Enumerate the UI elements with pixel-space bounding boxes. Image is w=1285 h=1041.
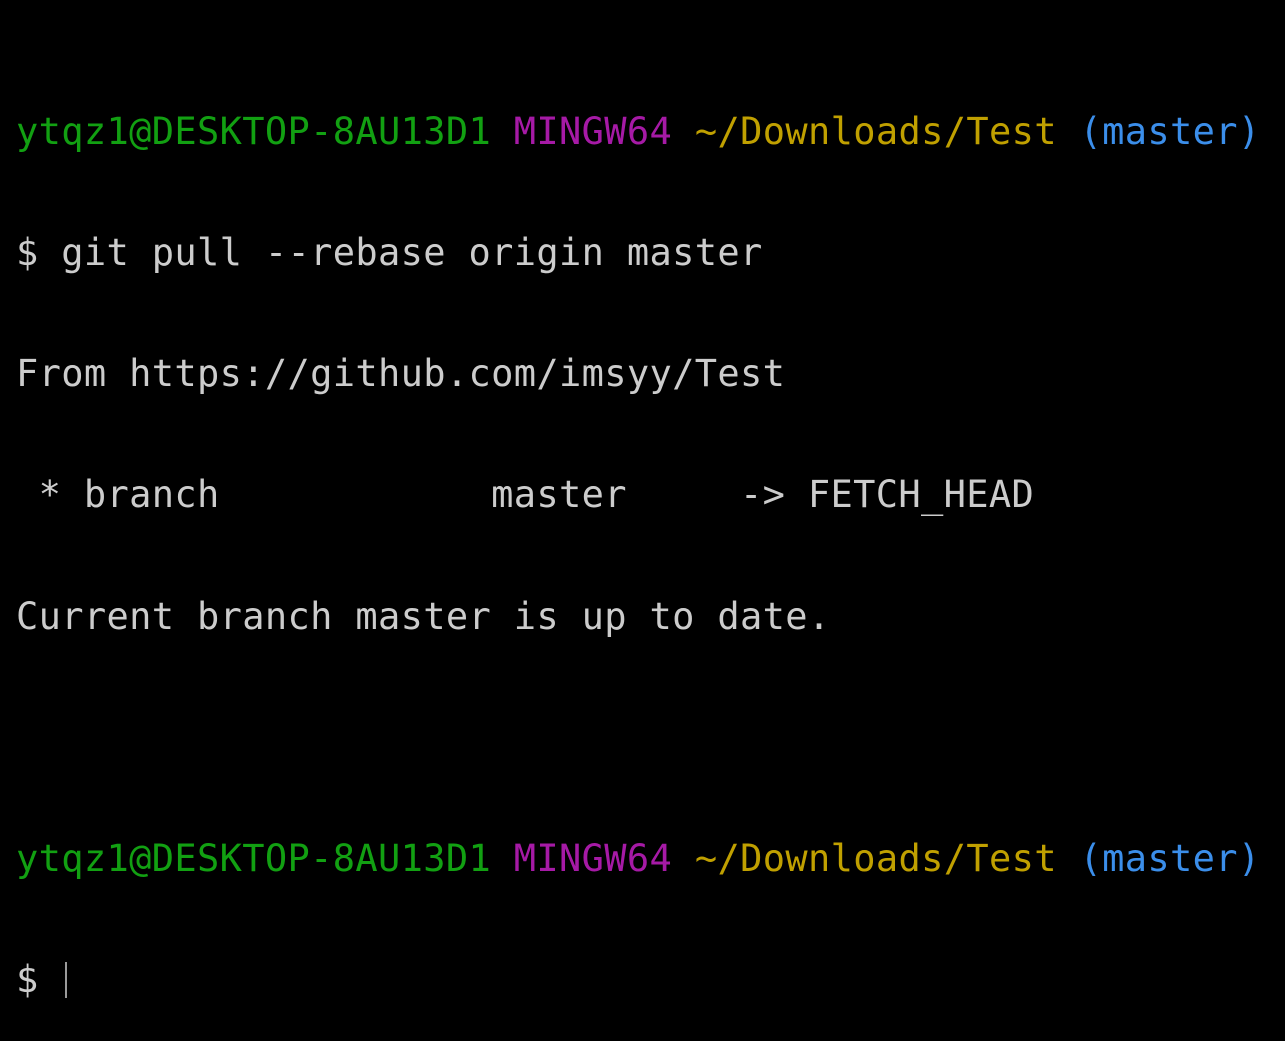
prompt-path: ~/Downloads/Test [694,109,1057,153]
command-line: $ git pull --rebase origin master [16,231,763,275]
input-prompt-symbol: $ [16,958,62,1002]
prompt-line: ytqz1@DESKTOP-8AU13D1 MINGW64 ~/Download… [16,837,1285,881]
text-cursor[interactable] [65,962,68,999]
output-line: * branch master -> FETCH_HEAD [16,473,1035,517]
prompt-branch: (master) [1079,837,1261,881]
prompt-user-host: ytqz1@DESKTOP-8AU13D1 [16,109,492,153]
prompt-system: MINGW64 [513,109,673,153]
output-line: From https://github.com/imsyy/Test [16,352,786,396]
output-line: Current branch master is up to date. [16,594,831,638]
prompt-path: ~/Downloads/Test [694,837,1057,881]
input-line[interactable]: $ [16,960,1285,1000]
prompt-user-host: ytqz1@DESKTOP-8AU13D1 [16,837,492,881]
prompt-system: MINGW64 [513,837,673,881]
prompt-line: ytqz1@DESKTOP-8AU13D1 MINGW64 ~/Download… [16,109,1285,153]
prompt-branch: (master) [1079,109,1261,153]
terminal-window[interactable]: ytqz1@DESKTOP-8AU13D1 MINGW64 ~/Download… [0,0,1285,1000]
